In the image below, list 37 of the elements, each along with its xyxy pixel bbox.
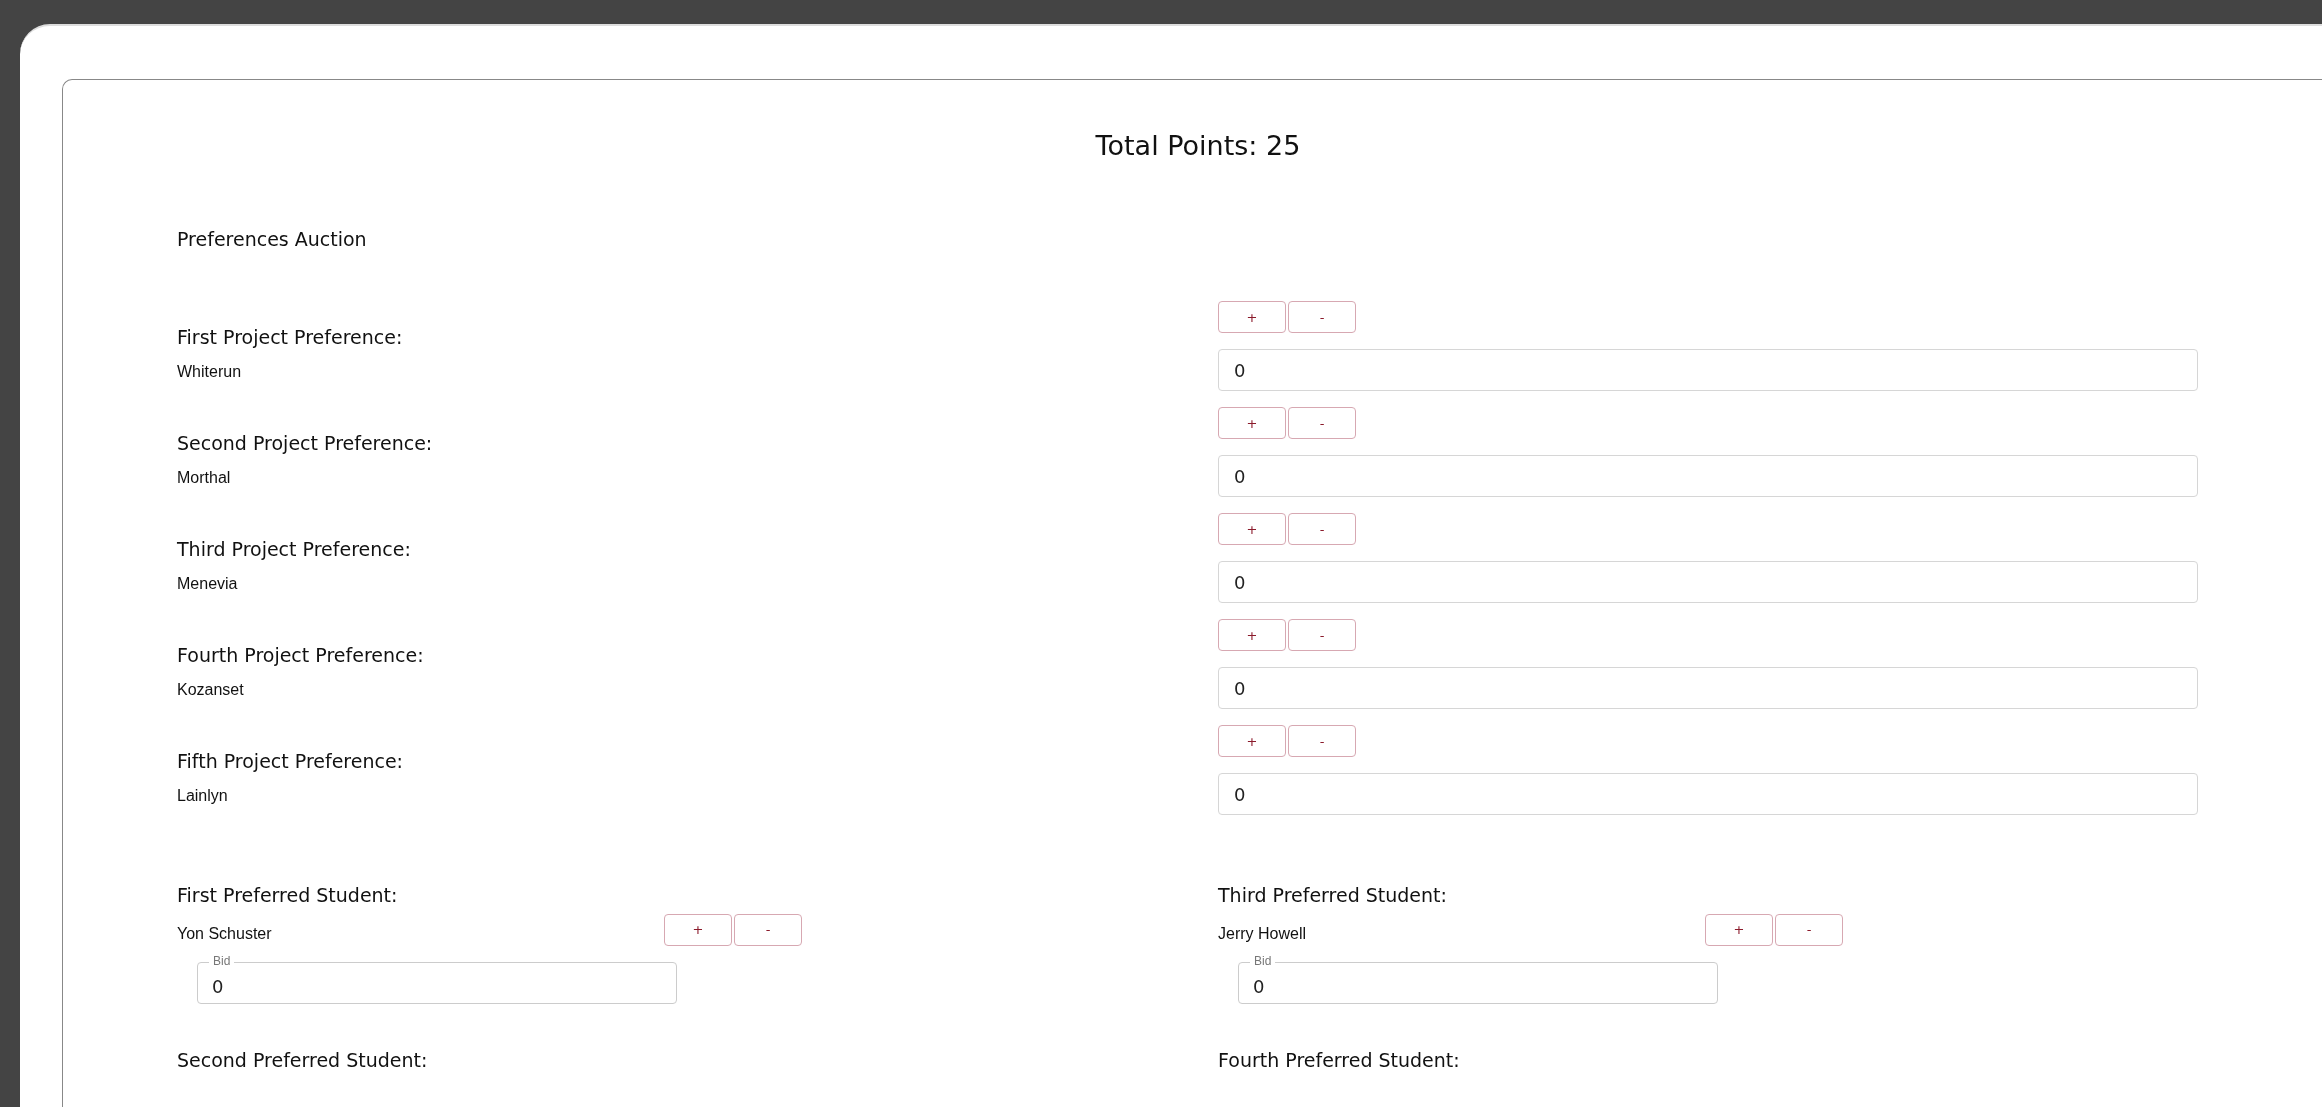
student-label: Third Preferred Student: xyxy=(1218,883,1448,908)
minus-button[interactable]: - xyxy=(734,913,802,946)
project-name: Morthal xyxy=(177,467,232,488)
total-points: Total Points: 25 xyxy=(1094,129,1302,163)
plus-button[interactable]: + xyxy=(1218,301,1286,333)
section-title: Preferences Auction xyxy=(177,226,368,252)
minus-button[interactable]: - xyxy=(1288,619,1356,651)
preference-label: First Project Preference: xyxy=(177,325,404,350)
points-field[interactable]: 0 xyxy=(1218,561,2198,603)
points-field[interactable]: 0 xyxy=(1218,455,2198,497)
plus-button[interactable]: + xyxy=(1705,913,1773,946)
student-label: Second Preferred Student: xyxy=(177,1047,429,1073)
preference-label: Fourth Project Preference: xyxy=(177,643,425,668)
project-name: Lainlyn xyxy=(177,785,229,806)
minus-button[interactable]: - xyxy=(1288,725,1356,757)
student-name: Yon Schuster xyxy=(177,923,272,944)
plus-button[interactable]: + xyxy=(1218,619,1286,651)
student-label: First Preferred Student: xyxy=(177,883,399,908)
minus-button[interactable]: - xyxy=(1288,407,1356,439)
preference-label: Fifth Project Preference: xyxy=(177,749,404,774)
plus-button[interactable]: + xyxy=(1218,725,1286,757)
project-name: Menevia xyxy=(177,573,239,594)
points-field[interactable]: 0 xyxy=(1218,773,2198,815)
plus-button[interactable]: + xyxy=(664,913,732,946)
preference-label: Second Project Preference: xyxy=(177,431,434,456)
student-name: Jerry Howell xyxy=(1218,923,1306,944)
project-name: Whiterun xyxy=(177,361,243,382)
plus-button[interactable]: + xyxy=(1218,513,1286,545)
points-field[interactable]: 0 xyxy=(1218,667,2198,709)
plus-button[interactable]: + xyxy=(1218,407,1286,439)
preference-label: Third Project Preference: xyxy=(177,537,412,562)
minus-button[interactable]: - xyxy=(1775,913,1843,946)
minus-button[interactable]: - xyxy=(1288,301,1356,333)
points-field[interactable]: 0 xyxy=(1218,349,2198,391)
project-name: Kozanset xyxy=(177,679,245,700)
minus-button[interactable]: - xyxy=(1288,513,1356,545)
student-label: Fourth Preferred Student: xyxy=(1218,1047,1461,1073)
